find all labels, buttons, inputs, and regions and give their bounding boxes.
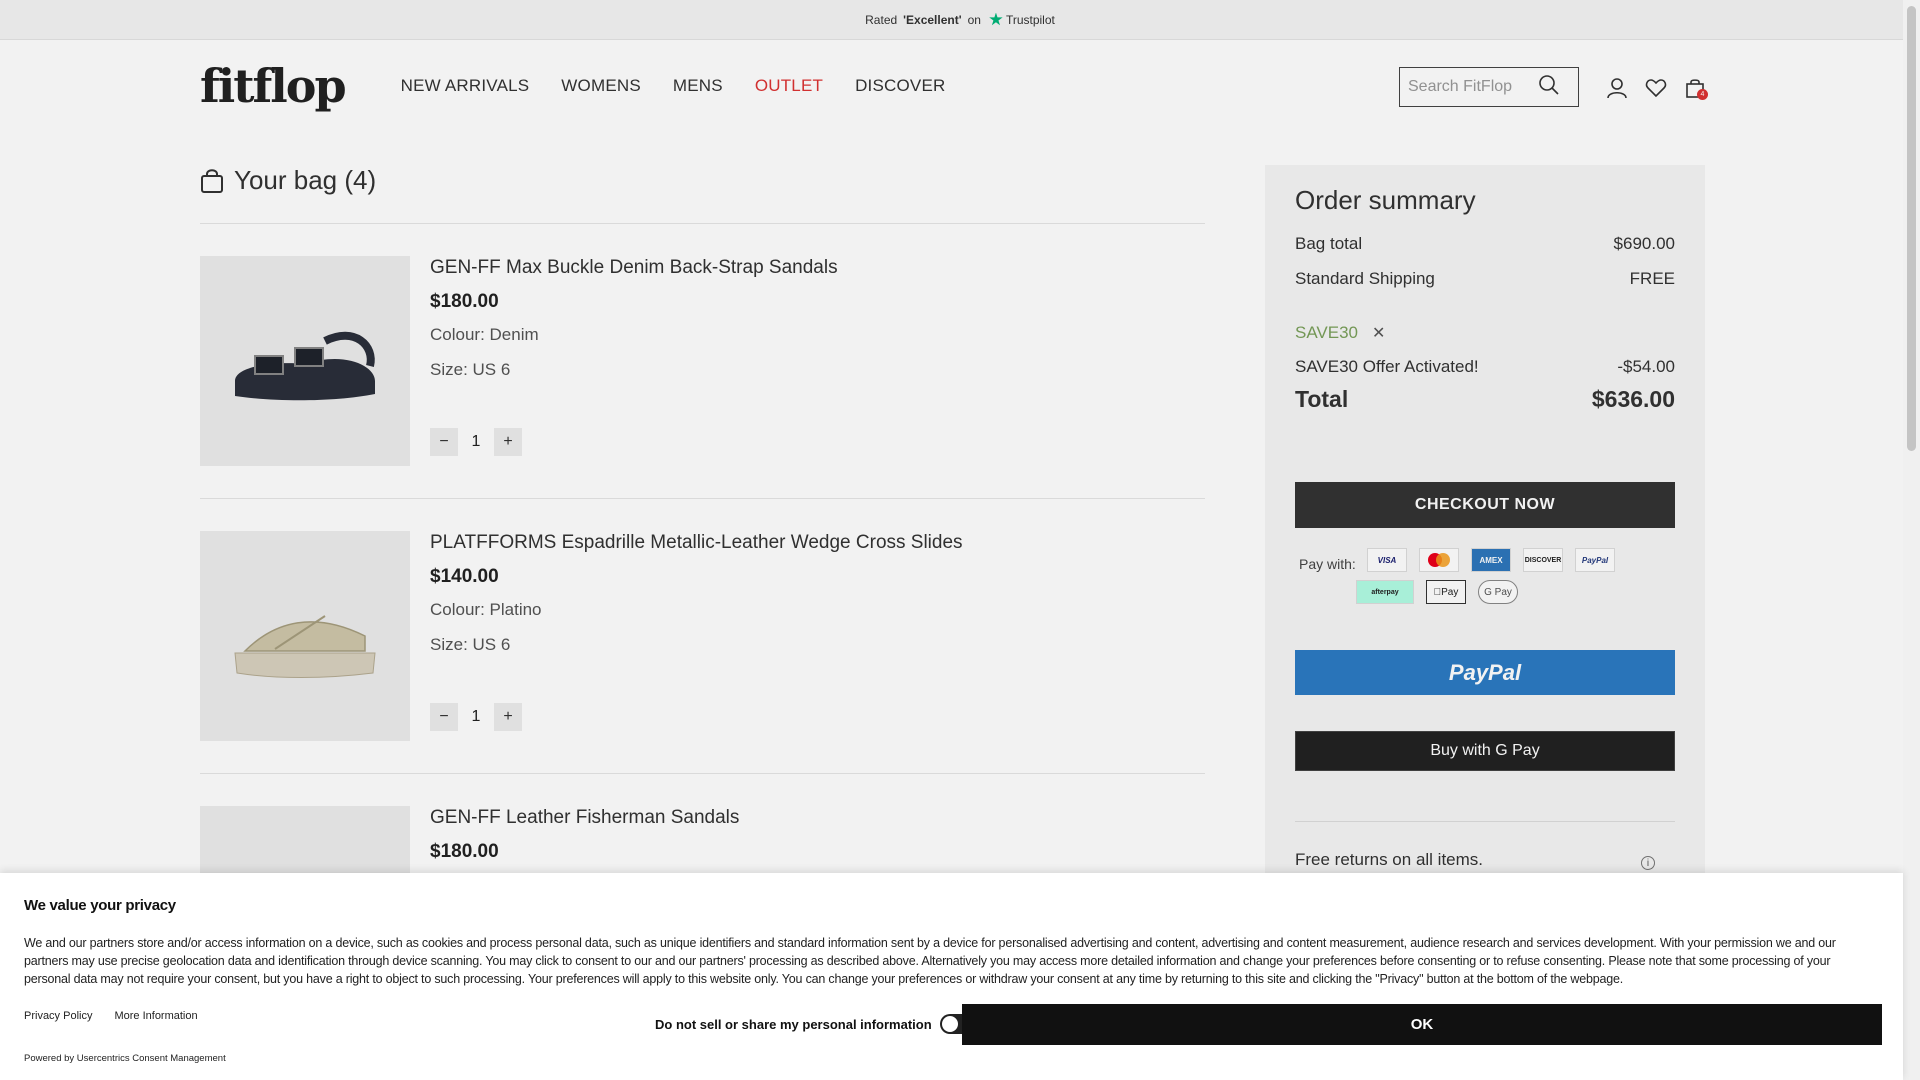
afterpay-icon: afterpay <box>1356 580 1414 604</box>
bag-title: Your bag (4) <box>200 165 1205 224</box>
order-summary-title: Order summary <box>1295 185 1476 215</box>
primary-nav: NEW ARRIVALS WOMENS MENS OUTLET DISCOVER <box>401 76 946 96</box>
apple-pay-icon: Pay <box>1426 580 1466 604</box>
search-box[interactable] <box>1399 67 1579 107</box>
on-text: on <box>967 12 981 27</box>
promo-code: SAVE30 <box>1295 323 1359 342</box>
decrease-qty-button[interactable]: − <box>430 428 458 456</box>
decrease-qty-button[interactable]: − <box>430 703 458 731</box>
do-not-sell-label: Do not sell or share my personal informa… <box>655 1016 932 1032</box>
search-icon[interactable] <box>1538 74 1560 101</box>
total-value: $636.00 <box>1591 386 1675 412</box>
wishlist-heart-icon[interactable] <box>1644 76 1668 100</box>
product-image[interactable] <box>200 531 410 741</box>
consent-body: We and our partners store and/or access … <box>24 936 1836 986</box>
quantity-stepper: − 1 + <box>430 703 963 731</box>
product-price: $140.00 <box>430 566 499 587</box>
google-pay-icon: G Pay <box>1478 580 1518 604</box>
bag-title-text: Your bag (4) <box>234 165 377 195</box>
shipping-value: FREE <box>1629 269 1675 288</box>
product-image[interactable] <box>200 256 410 466</box>
product-colour: Colour: Platino <box>430 600 542 619</box>
search-input[interactable] <box>1408 78 1538 96</box>
scrollbar-thumb[interactable] <box>1907 6 1916 451</box>
amex-icon: AMEX <box>1471 548 1511 572</box>
bag-item: GEN-FF Max Buckle Denim Back-Strap Sanda… <box>200 224 1205 499</box>
logo[interactable]: fitflop <box>200 59 347 113</box>
nav-mens[interactable]: MENS <box>673 76 723 96</box>
nav-new-arrivals[interactable]: NEW ARRIVALS <box>401 76 530 96</box>
offer-value: -$54.00 <box>1617 357 1675 376</box>
site-header: fitflop NEW ARRIVALS WOMENS MENS OUTLET … <box>0 40 1920 132</box>
payment-methods: Pay with: VISA AMEX DISCOVER PayPal afte… <box>1295 548 1675 612</box>
visa-icon: VISA <box>1367 548 1407 572</box>
consent-title: We value your privacy <box>24 897 176 914</box>
offer-label: SAVE30 Offer Activated! <box>1295 357 1479 376</box>
do-not-sell-toggle-row: Do not sell or share my personal informa… <box>655 1014 978 1034</box>
apple-pay-text: Pay <box>1437 586 1458 598</box>
more-information-link[interactable]: More Information <box>114 1010 197 1022</box>
product-colour: Colour: Denim <box>430 325 539 344</box>
product-name[interactable]: GEN-FF Leather Fisherman Sandals <box>430 807 739 829</box>
product-info: PLATFFORMS Espadrille Metallic-Leather W… <box>430 531 963 773</box>
shipping-label: Standard Shipping <box>1295 269 1435 288</box>
mastercard-icon <box>1419 548 1459 572</box>
increase-qty-button[interactable]: + <box>494 703 522 731</box>
product-name[interactable]: PLATFFORMS Espadrille Metallic-Leather W… <box>430 532 963 554</box>
bag-total-value: $690.00 <box>1613 234 1675 253</box>
product-size: Size: US 6 <box>430 360 511 379</box>
powered-by-text: Powered by Usercentrics Consent Manageme… <box>24 1053 226 1064</box>
bag-item: PLATFFORMS Espadrille Metallic-Leather W… <box>200 499 1205 774</box>
pay-with-label: Pay with: <box>1299 556 1356 572</box>
trustpilot-star-icon <box>989 12 1003 26</box>
increase-qty-button[interactable]: + <box>494 428 522 456</box>
bag-icon[interactable]: 4 <box>1683 76 1708 100</box>
account-icon[interactable] <box>1605 76 1629 100</box>
payment-methods-row2: afterpay Pay G Pay <box>1295 580 1675 612</box>
order-summary: Order summary Bag total $690.00 Standard… <box>1265 165 1705 885</box>
bag-total-label: Bag total <box>1295 234 1363 253</box>
google-pay-button[interactable]: Buy with G Pay <box>1295 731 1675 771</box>
total-row: Total $636.00 <box>1295 386 1675 413</box>
consent-links: Privacy Policy More Information <box>24 1010 198 1022</box>
bag-total-row: Bag total $690.00 <box>1295 234 1675 254</box>
product-name[interactable]: GEN-FF Max Buckle Denim Back-Strap Sanda… <box>430 257 838 279</box>
info-icon[interactable]: i <box>1641 856 1655 870</box>
nav-womens[interactable]: WOMENS <box>561 76 641 96</box>
quantity-stepper: − 1 + <box>430 428 838 456</box>
rated-text: Rated <box>865 12 898 27</box>
free-returns-row: Free returns on all items. i <box>1295 821 1675 870</box>
total-label: Total <box>1295 386 1349 412</box>
consent-banner: We value your privacy We and our partner… <box>0 873 1903 1080</box>
product-price: $180.00 <box>430 291 499 312</box>
offer-row: SAVE30 Offer Activated! -$54.00 <box>1295 357 1675 377</box>
paypal-button[interactable]: PayPal <box>1295 650 1675 695</box>
trustpilot-text[interactable]: Trustpilot <box>1006 13 1055 27</box>
consent-ok-button[interactable]: OK <box>962 1004 1882 1045</box>
paypal-card-icon: PayPal <box>1575 548 1615 572</box>
discover-icon: DISCOVER <box>1523 548 1563 572</box>
nav-discover[interactable]: DISCOVER <box>855 76 945 96</box>
bag-count-badge: 4 <box>1697 89 1708 100</box>
trustpilot-bar: Rated 'Excellent' on Trustpilot <box>0 0 1920 40</box>
checkout-button[interactable]: CHECKOUT NOW <box>1295 482 1675 528</box>
free-returns-text: Free returns on all items. <box>1295 850 1484 869</box>
shipping-row: Standard Shipping FREE <box>1295 269 1675 289</box>
product-info: GEN-FF Max Buckle Denim Back-Strap Sanda… <box>430 256 838 498</box>
privacy-policy-link[interactable]: Privacy Policy <box>24 1010 92 1022</box>
scrollbar[interactable] <box>1903 0 1920 1080</box>
promo-code-tag: SAVE30 ✕ <box>1295 323 1675 343</box>
product-price: $180.00 <box>430 841 499 862</box>
rating-text: 'Excellent' <box>903 12 962 27</box>
quantity-value: 1 <box>471 433 481 450</box>
remove-promo-close-icon[interactable]: ✕ <box>1372 323 1385 343</box>
quantity-value: 1 <box>471 708 481 725</box>
bag-title-icon <box>201 168 223 193</box>
toggle-knob <box>941 1016 958 1032</box>
nav-outlet[interactable]: OUTLET <box>755 76 823 96</box>
product-size: Size: US 6 <box>430 635 511 654</box>
